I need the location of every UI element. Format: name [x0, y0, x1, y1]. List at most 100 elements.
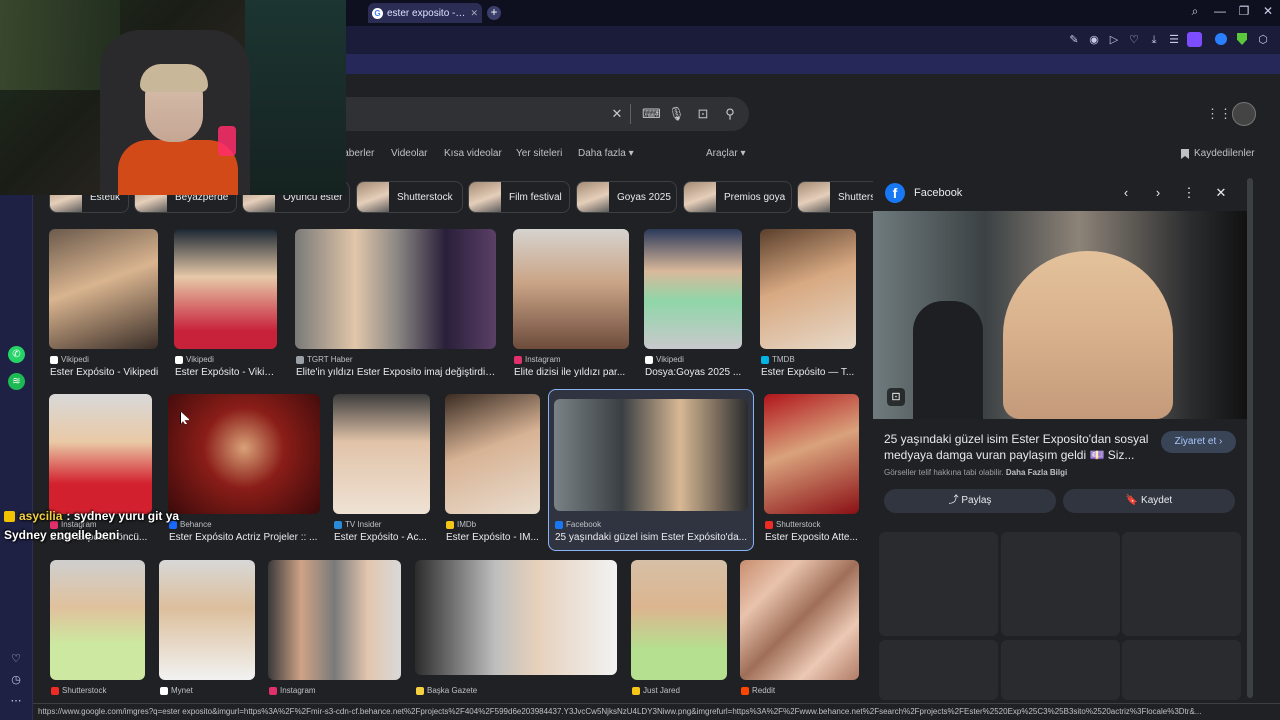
chip-shutterstock[interactable]: Shutterstock [356, 181, 463, 213]
maximize-icon[interactable]: ❐ [1236, 4, 1252, 18]
heart-icon[interactable]: ♡ [1127, 33, 1141, 47]
panel-source-name[interactable]: Facebook [914, 187, 962, 199]
tab-kisa-videolar[interactable]: Kısa videolar [444, 148, 502, 159]
mynet-icon [160, 686, 168, 695]
tab-google-search[interactable]: G ester exposito - Google'd ✕ [368, 3, 482, 23]
tools-button[interactable]: Araçlar ▾ [706, 148, 745, 159]
tab-yer-siteleri[interactable]: Yer siteleri [516, 148, 562, 159]
minimize-icon[interactable]: — [1212, 4, 1228, 18]
favicon-icon [645, 355, 653, 364]
related-image[interactable] [1001, 532, 1120, 636]
image-result[interactable]: Vikipedi Dosya:Goyas 2025 ... [644, 229, 742, 381]
image-result[interactable]: Instagram [268, 560, 401, 700]
search-tabs-icon[interactable]: ⌕ [1187, 4, 1203, 19]
spotify-icon[interactable]: ≋ [8, 373, 25, 390]
related-image[interactable] [879, 640, 998, 700]
download-icon[interactable]: ⤓ [1147, 33, 1161, 47]
more-icon[interactable]: ⋯ [9, 694, 23, 708]
chip-film-festival[interactable]: Film festival [468, 181, 570, 213]
more-info-link[interactable]: Daha Fazla Bilgi [1006, 468, 1067, 477]
cube-icon[interactable]: ⬡ [1256, 33, 1270, 47]
microphone-icon[interactable]: 🎙 [668, 106, 685, 122]
image-result[interactable]: Shutterstock Ester Exposito Atte... [764, 394, 859, 546]
image-result[interactable]: Mynet [159, 560, 255, 700]
result-image [49, 394, 152, 514]
tmdb-icon [761, 355, 769, 364]
search-icon[interactable]: ⚲ [722, 106, 738, 122]
image-result[interactable]: Vikipedi Ester Expósito - Vikip... [174, 229, 277, 381]
apps-grid-icon[interactable]: ⋮⋮⋮ [1206, 107, 1245, 121]
share-icon: ⤴ [948, 495, 959, 506]
saved-label: Kaydedilenler [1194, 148, 1255, 159]
image-result[interactable]: TMDB Ester Expósito — T... [760, 229, 856, 381]
lens-search-icon[interactable]: ⊡ [887, 388, 905, 406]
previous-icon[interactable]: ‹ [1118, 185, 1134, 200]
chat-message: Sydney engelle beni [4, 528, 120, 542]
tab-daha-fazla[interactable]: Daha fazla ▾ [578, 148, 634, 159]
image-result[interactable]: TV Insider Ester Expósito - Ac... [333, 394, 430, 546]
related-image[interactable] [1122, 640, 1241, 700]
clock-icon[interactable]: ◷ [9, 673, 23, 687]
chat-badge-icon [4, 510, 15, 522]
save-button[interactable]: 🔖 Kaydet [1063, 489, 1235, 513]
preview-image[interactable] [873, 211, 1247, 419]
heart-icon[interactable]: ♡ [9, 652, 23, 666]
image-result[interactable]: Behance Ester Expósito Actriz Projeler :… [168, 394, 320, 546]
more-options-icon[interactable]: ⋮ [1181, 185, 1197, 201]
saved-button[interactable]: Kaydedilenler [1181, 148, 1255, 159]
keyboard-icon[interactable]: ⌨ [642, 106, 661, 122]
related-image[interactable] [879, 532, 998, 636]
lens-icon[interactable]: ⊡ [695, 106, 711, 122]
avatar[interactable] [1232, 102, 1256, 126]
result-image [760, 229, 856, 349]
result-image [49, 229, 158, 349]
profile-icon[interactable] [1187, 32, 1202, 47]
chip-goyas-2025[interactable]: Goyas 2025 [576, 181, 677, 213]
chip-thumbnail [798, 182, 830, 212]
image-result[interactable]: IMDb Ester Expósito - IM... [445, 394, 540, 546]
favicon-icon [175, 355, 183, 364]
edit-icon[interactable]: ✎ [1067, 33, 1081, 47]
image-result[interactable]: Just Jared [631, 560, 727, 700]
result-image [513, 229, 629, 349]
instagram-icon [269, 686, 277, 695]
extension-icon[interactable] [1215, 33, 1227, 45]
panel-title[interactable]: 25 yaşındaki güzel isim Ester Exposito'd… [884, 431, 1154, 463]
camera-icon[interactable]: ◉ [1087, 33, 1101, 47]
result-image [168, 394, 320, 514]
play-icon[interactable]: ▷ [1107, 33, 1121, 47]
image-result[interactable]: Başka Gazete [415, 560, 617, 700]
image-result[interactable]: Shutterstock [50, 560, 145, 700]
image-result[interactable]: Reddit [740, 560, 859, 700]
chip-shutterstock-2[interactable]: Shutters [797, 181, 875, 213]
image-result-selected[interactable]: Facebook 25 yaşındaki güzel isim Ester E… [554, 399, 748, 547]
new-tab-button[interactable]: + [487, 6, 501, 20]
image-result[interactable]: Instagram Ester Expósito öncü... [49, 394, 152, 546]
search-input[interactable] [346, 97, 749, 131]
result-image [50, 560, 145, 680]
clear-icon[interactable]: ✕ [609, 106, 625, 122]
whatsapp-icon[interactable]: ✆ [8, 346, 25, 363]
facebook-icon: f [885, 183, 905, 203]
related-image[interactable] [1001, 640, 1120, 700]
window-close-icon[interactable]: ✕ [1260, 4, 1276, 18]
next-icon[interactable]: › [1150, 185, 1166, 200]
related-image[interactable] [1122, 532, 1241, 636]
image-result[interactable]: Instagram Elite dizisi ile yıldızı par..… [513, 229, 629, 381]
tab-videolar[interactable]: Videolar [391, 148, 428, 159]
visit-button[interactable]: Ziyaret et › [1161, 431, 1236, 453]
close-panel-icon[interactable]: ✕ [1213, 185, 1229, 201]
image-result[interactable]: Vikipedi Ester Expósito - Vikipedi [49, 229, 158, 381]
instagram-icon [514, 355, 522, 364]
result-image [764, 394, 859, 514]
image-result[interactable]: TGRT Haber Elite'in yıldızı Ester Exposi… [295, 229, 496, 381]
chat-message: asycilia : sydney yuru git ya [4, 509, 179, 523]
chip-thumbnail [577, 182, 609, 212]
menu-icon[interactable]: ☰ [1167, 33, 1181, 47]
imdb-icon [446, 520, 454, 529]
baska-gazete-icon [416, 686, 424, 695]
tab-close-icon[interactable]: ✕ [470, 8, 478, 19]
panel-scrollbar[interactable] [1247, 178, 1253, 698]
chip-premios-goya[interactable]: Premios goya [683, 181, 792, 213]
share-button[interactable]: ⤴ Paylaş [884, 489, 1056, 513]
